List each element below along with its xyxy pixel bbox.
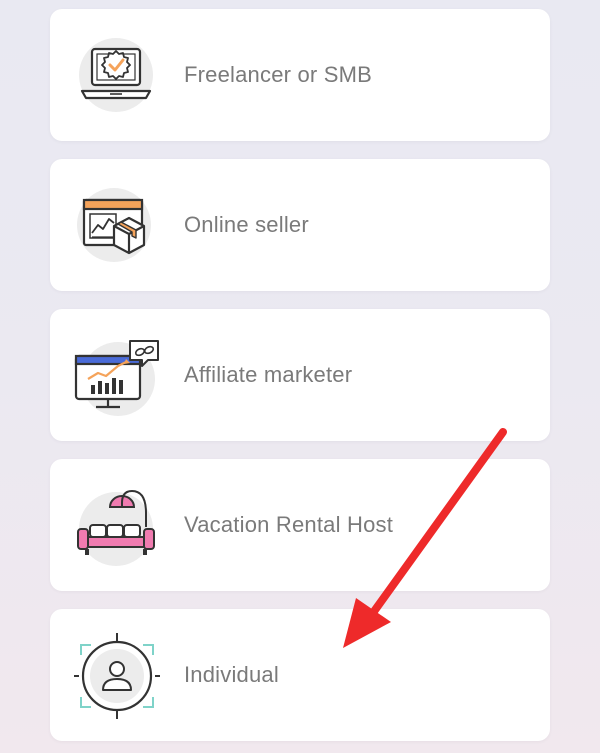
option-card-online-seller[interactable]: Online seller — [50, 159, 550, 291]
option-label: Vacation Rental Host — [184, 512, 394, 537]
option-list: Freelancer or SMB Online seller Affiliat… — [0, 0, 600, 753]
option-card-vacation-rental-host[interactable]: Vacation Rental Host — [50, 459, 550, 591]
option-label: Freelancer or SMB — [184, 62, 373, 87]
shop-box-icon — [74, 183, 160, 269]
option-card-freelancer-smb[interactable]: Freelancer or SMB — [50, 9, 550, 141]
monitor-chart-icon — [74, 333, 160, 419]
laptop-badge-icon — [74, 33, 160, 119]
option-card-individual[interactable]: Individual — [50, 609, 550, 741]
option-label: Online seller — [184, 212, 309, 237]
sofa-lamp-icon — [74, 483, 160, 569]
option-card-affiliate-marketer[interactable]: Affiliate marketer — [50, 309, 550, 441]
option-label: Affiliate marketer — [184, 362, 353, 387]
option-label: Individual — [184, 662, 279, 687]
user-target-icon — [74, 633, 160, 719]
